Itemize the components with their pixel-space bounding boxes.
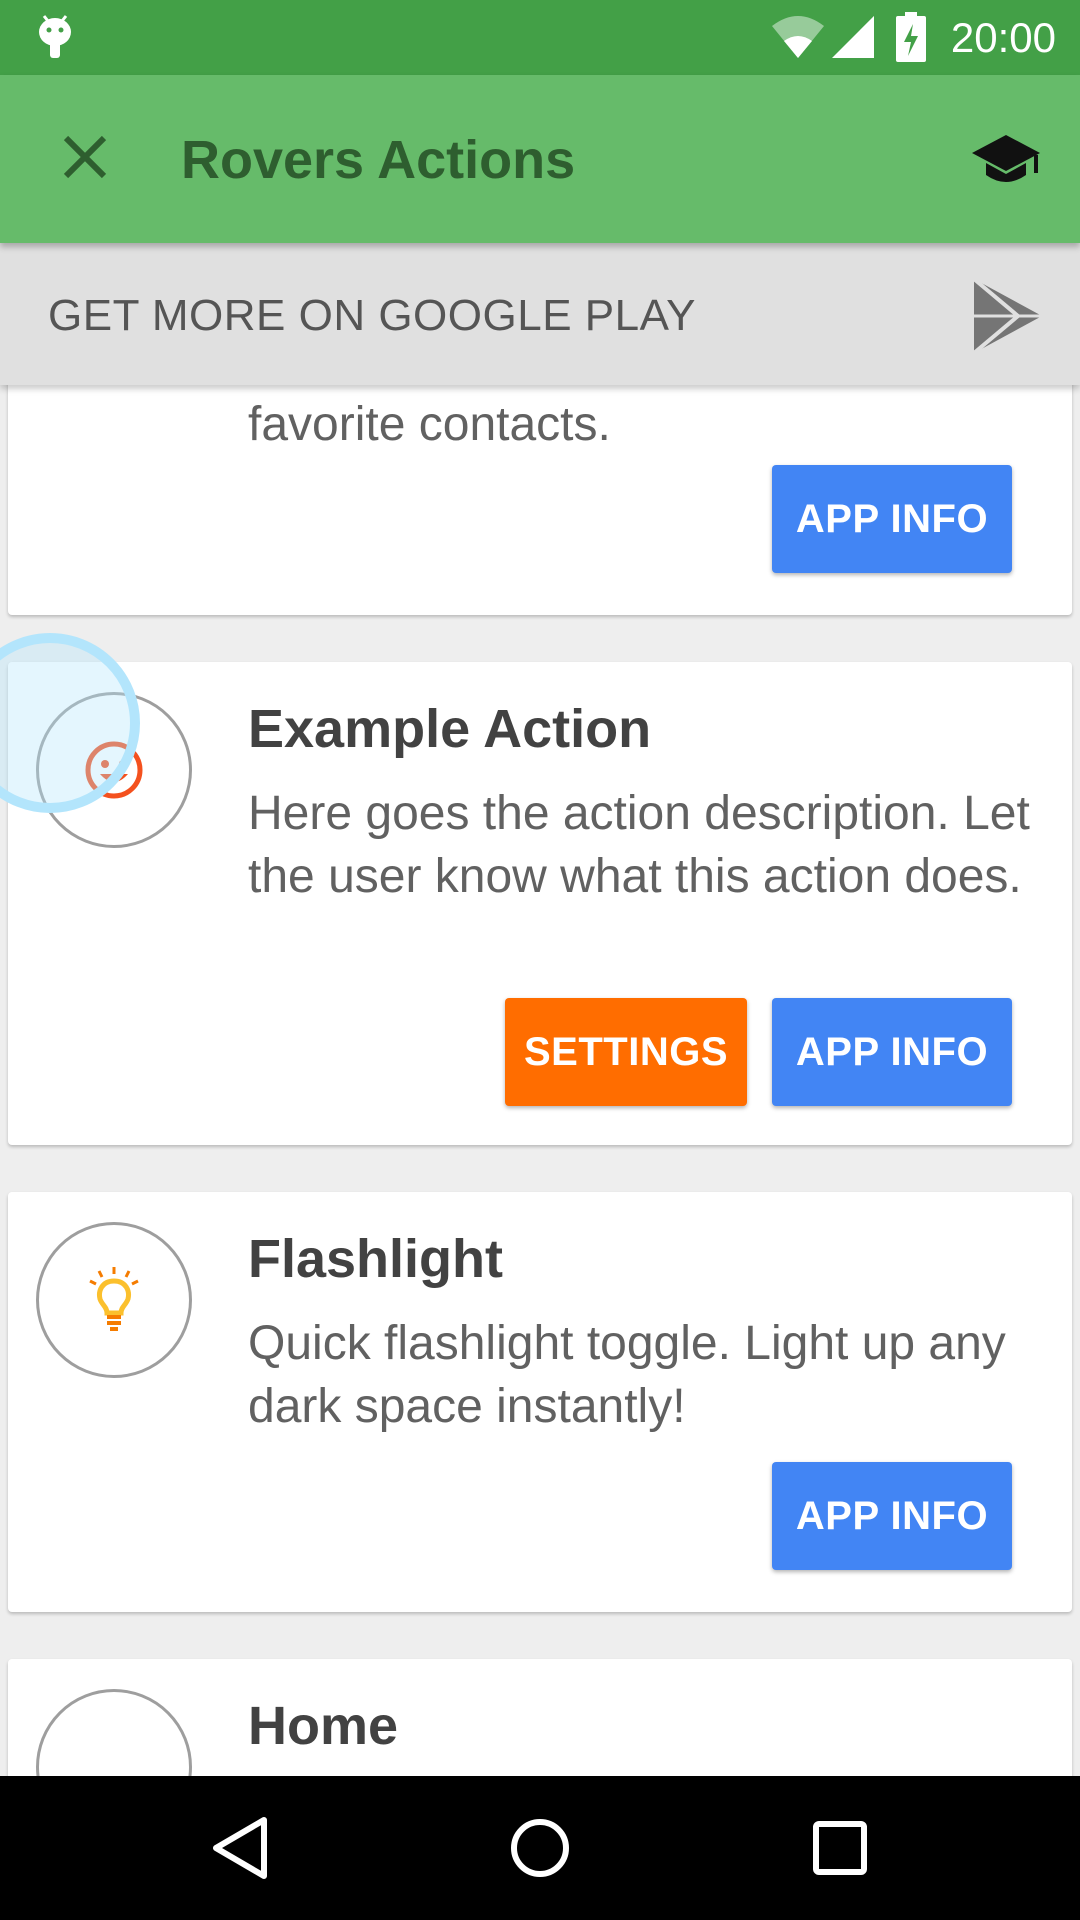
action-card: favorite contacts. APP INFO [8, 385, 1072, 615]
action-avatar[interactable] [36, 1222, 192, 1378]
action-card-flashlight: Flashlight Quick flashlight toggle. Ligh… [8, 1192, 1072, 1612]
recents-icon[interactable] [804, 1812, 876, 1884]
app-bar: Rovers Actions [0, 75, 1080, 243]
graduation-cap-icon[interactable] [970, 127, 1042, 191]
action-description: Quick flashlight toggle. Light up any da… [248, 1317, 1006, 1433]
page-title: Rovers Actions [181, 130, 576, 190]
play-store-icon [972, 277, 1042, 355]
home-circle-icon[interactable] [504, 1812, 576, 1884]
lightbulb-icon [89, 1267, 139, 1331]
signal-icon [832, 16, 874, 58]
action-description: Here goes the action description. Let th… [248, 787, 1030, 903]
action-title: Flashlight [248, 1229, 503, 1289]
app-info-button[interactable]: APP INFO [772, 1462, 1012, 1570]
app-info-button[interactable]: APP INFO [772, 465, 1012, 573]
status-bar: 20:00 [0, 0, 1080, 75]
action-title: Example Action [248, 699, 652, 759]
action-description: favorite contacts. [248, 398, 611, 451]
wifi-icon [772, 16, 824, 58]
app-info-button[interactable]: APP INFO [772, 998, 1012, 1106]
actions-list[interactable]: favorite contacts. APP INFO Example Acti… [0, 385, 1080, 1776]
android-icon [39, 15, 71, 58]
navigation-bar [0, 1776, 1080, 1920]
close-icon[interactable] [60, 132, 110, 182]
action-card-home: Home [8, 1659, 1072, 1776]
battery-charging-icon [896, 12, 926, 62]
back-icon[interactable] [204, 1812, 276, 1884]
action-card-example: Example Action Here goes the action desc… [8, 662, 1072, 1145]
action-title: Home [248, 1696, 399, 1756]
google-play-label: GET MORE ON GOOGLE PLAY [48, 291, 697, 340]
settings-button[interactable]: SETTINGS [505, 998, 747, 1106]
action-avatar[interactable] [36, 1689, 192, 1776]
google-play-banner[interactable]: GET MORE ON GOOGLE PLAY [0, 243, 1080, 385]
status-time: 20:00 [950, 14, 1056, 61]
